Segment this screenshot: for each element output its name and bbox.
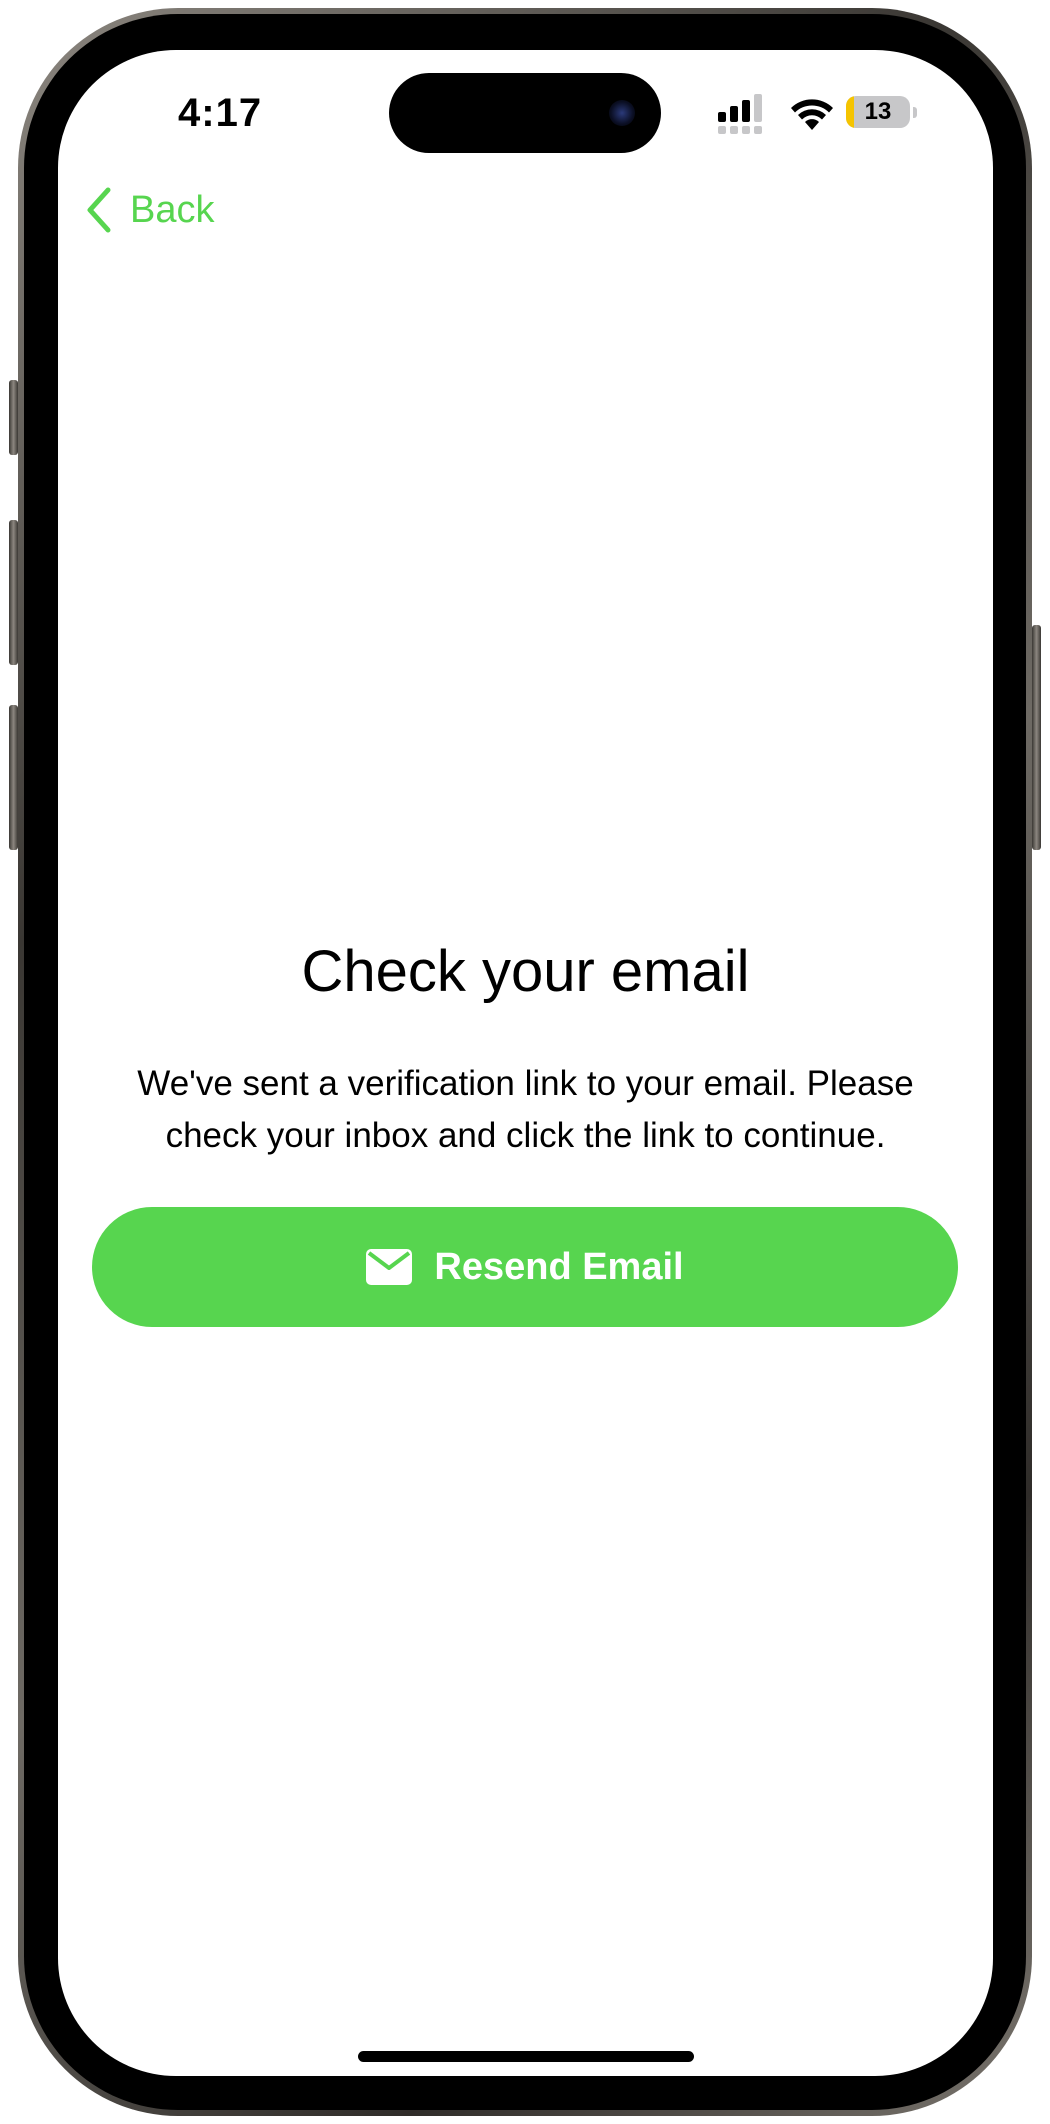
back-button-label: Back bbox=[130, 189, 215, 231]
back-button[interactable]: Back bbox=[84, 180, 214, 240]
page-title: Check your email bbox=[301, 939, 750, 1004]
status-indicators: 13 bbox=[718, 92, 938, 136]
resend-email-label: Resend Email bbox=[434, 1246, 684, 1288]
verification-message: We've sent a verification link to your e… bbox=[137, 1064, 914, 1155]
action-button bbox=[9, 380, 18, 455]
power-button bbox=[1032, 625, 1041, 850]
battery-cap bbox=[913, 107, 917, 118]
battery-percentage: 13 bbox=[864, 98, 892, 125]
cellular-signal-icon bbox=[718, 94, 762, 134]
home-indicator[interactable] bbox=[358, 2051, 694, 2062]
front-camera-icon bbox=[609, 100, 635, 126]
status-time: 4:17 bbox=[178, 91, 263, 135]
volume-up-button bbox=[9, 520, 18, 665]
wifi-icon bbox=[791, 99, 833, 130]
chevron-left-icon bbox=[87, 187, 111, 233]
screen: 4:17 13 Back Check your email We've sent… bbox=[58, 50, 993, 2076]
dynamic-island bbox=[389, 73, 661, 153]
volume-down-button bbox=[9, 705, 18, 850]
resend-email-button[interactable]: Resend Email bbox=[92, 1207, 958, 1327]
battery-icon: 13 bbox=[846, 96, 910, 128]
envelope-icon bbox=[366, 1249, 413, 1285]
